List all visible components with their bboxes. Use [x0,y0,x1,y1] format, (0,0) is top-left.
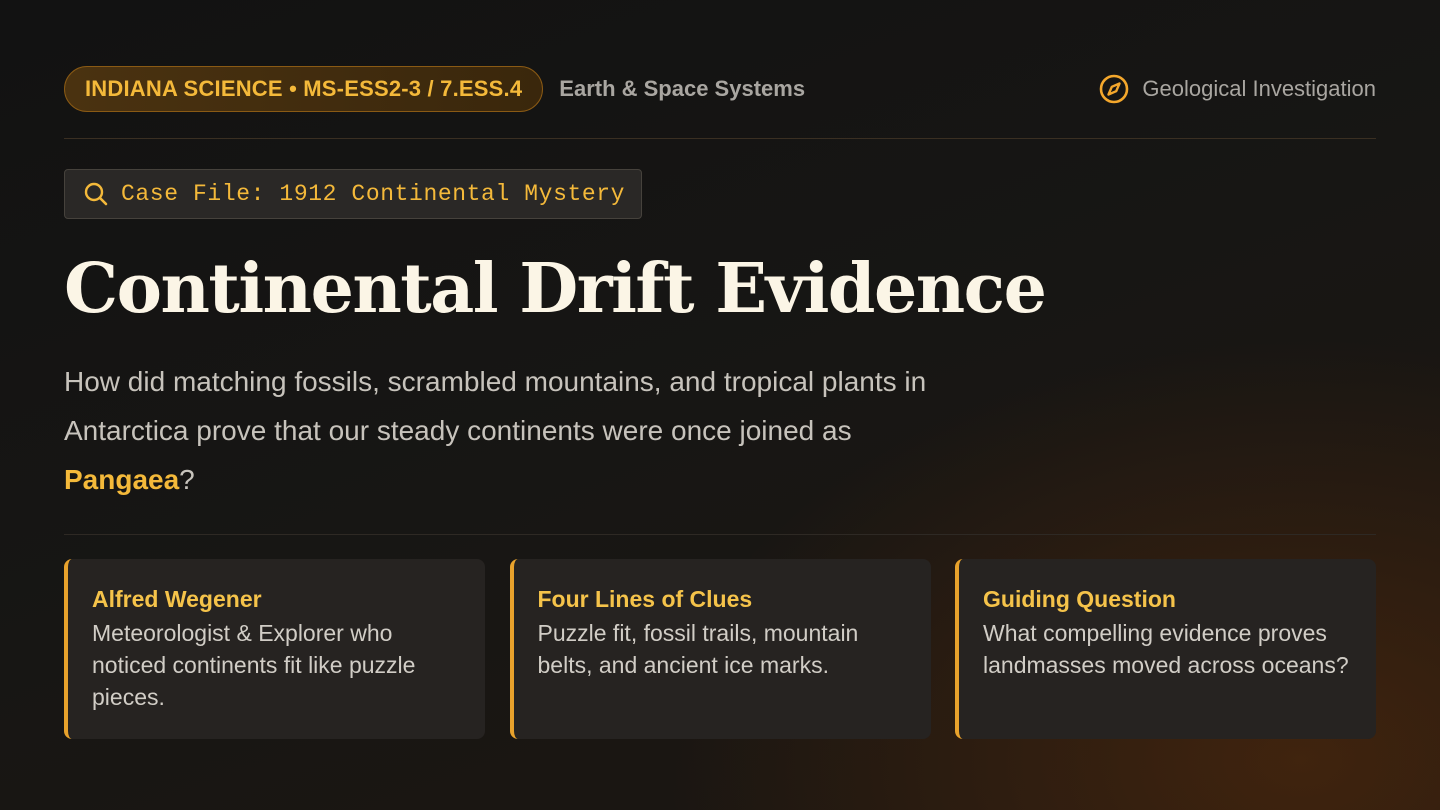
investigation-label: Geological Investigation [1142,76,1376,101]
case-file-label: Case File: 1912 Continental Mystery [121,181,626,207]
header: INDIANA SCIENCE • MS-ESS2-3 / 7.ESS.4 Ea… [64,64,1376,114]
card-text: What compelling evidence proves landmass… [983,620,1349,678]
card-title: Four Lines of Clues [537,586,753,612]
subject-label: Earth & Space Systems [559,76,806,101]
card-alfred-wegener: Alfred Wegener Meteorologist & Explorer … [64,559,485,739]
card-text: Puzzle fit, fossil trails, mountain belt… [537,620,859,678]
search-icon [83,181,109,207]
card-text: Meteorologist & Explorer who noticed con… [92,620,416,710]
content-divider [64,534,1376,535]
header-right: Geological Investigation [1098,73,1376,105]
intro-question: How did matching fossils, scrambled moun… [64,357,964,504]
card-title: Guiding Question [983,586,1176,612]
standard-badge-label: INDIANA SCIENCE • MS-ESS2-3 / 7.ESS.4 [85,76,523,101]
intro-text: How did matching fossils, scrambled moun… [64,366,927,446]
card-guiding-question: Guiding Question What compelling evidenc… [955,559,1376,739]
slide: INDIANA SCIENCE • MS-ESS2-3 / 7.ESS.4 Ea… [64,64,1376,739]
info-cards: Alfred Wegener Meteorologist & Explorer … [64,559,1376,739]
header-left: INDIANA SCIENCE • MS-ESS2-3 / 7.ESS.4 Ea… [64,66,805,112]
card-title: Alfred Wegener [92,586,262,612]
header-divider [64,138,1376,139]
page-title: Continental Drift Evidence [64,249,1047,329]
standard-badge: INDIANA SCIENCE • MS-ESS2-3 / 7.ESS.4 [64,66,544,112]
intro-text-end: ? [179,464,195,495]
compass-icon [1098,73,1130,105]
case-file-tag: Case File: 1912 Continental Mystery [64,169,643,219]
intro-highlight: Pangaea [64,464,180,495]
card-four-lines-of-clues: Four Lines of Clues Puzzle fit, fossil t… [509,559,931,739]
